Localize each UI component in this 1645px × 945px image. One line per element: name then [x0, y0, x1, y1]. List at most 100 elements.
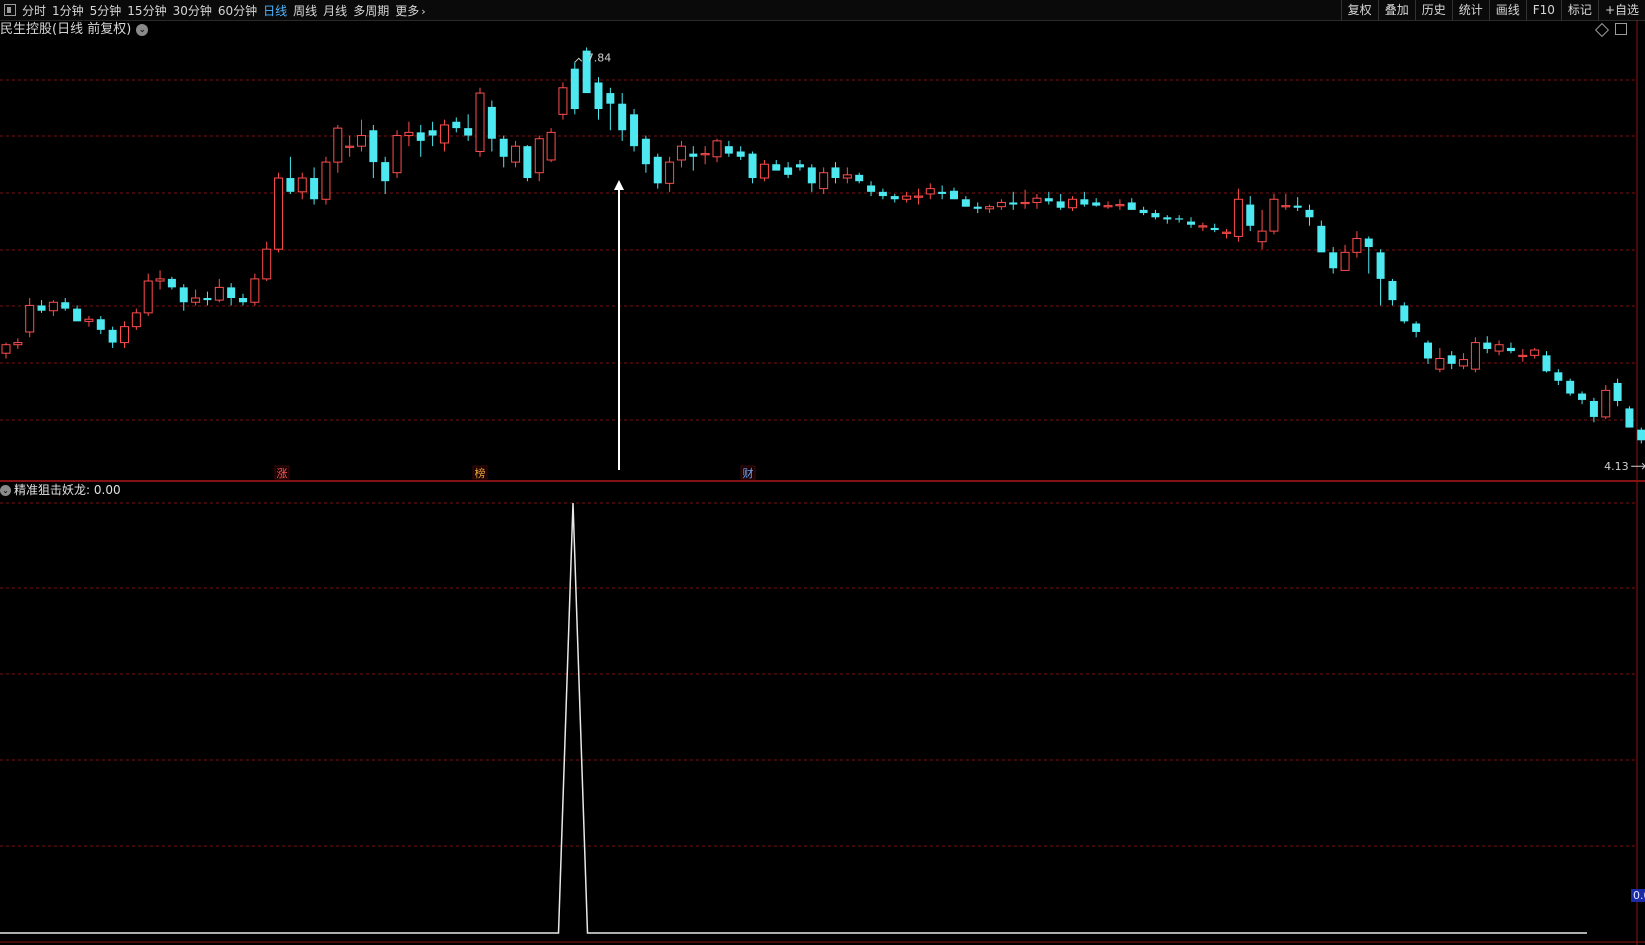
candle-body [1044, 198, 1053, 202]
candle-body [1151, 213, 1160, 218]
candle-body [807, 167, 816, 184]
indicator-title: 精准狙击妖龙 [14, 483, 87, 497]
candle-body [96, 319, 105, 330]
candle-body [297, 177, 307, 193]
candle-body [1233, 198, 1243, 237]
candle-body [439, 124, 449, 144]
indicator-axis-badge: 0.0 [1631, 889, 1645, 902]
candle-body [357, 135, 366, 147]
candle-body [1187, 221, 1195, 225]
candle-body [1020, 201, 1030, 205]
candle-body [1139, 209, 1148, 214]
candle-body [1400, 305, 1409, 322]
candle-body [143, 280, 153, 314]
candle-body [108, 329, 117, 343]
candle-body [1494, 344, 1504, 352]
candle-body [1459, 359, 1469, 367]
candle-body [676, 145, 686, 161]
candle-body [653, 156, 662, 184]
candle-body [1412, 323, 1421, 332]
candle-body [831, 167, 840, 179]
candle-body [262, 248, 272, 280]
candle-body [191, 297, 201, 303]
high-price-label: 7.84 [587, 51, 612, 64]
candle-body [1613, 382, 1622, 401]
candle-body [641, 138, 650, 165]
candle-body [1175, 218, 1184, 220]
candle-body [925, 188, 935, 195]
candle-body [546, 131, 556, 161]
indicator-dropdown-icon[interactable]: ⌄ [0, 484, 11, 496]
candle-body [1447, 355, 1456, 364]
candle-body [25, 304, 35, 333]
candle-body [630, 114, 639, 147]
candle-body [1625, 408, 1634, 428]
candle-body [1115, 204, 1125, 207]
candle-body [534, 138, 544, 174]
candle-body [594, 82, 603, 110]
candle-body [1542, 355, 1551, 372]
candle-body [985, 206, 995, 210]
candle-body [487, 106, 496, 139]
candle-body [1056, 201, 1065, 208]
candle-body [1103, 205, 1113, 208]
candle-body [1269, 198, 1279, 232]
candle-body [1080, 199, 1089, 205]
candle-body [1530, 349, 1540, 356]
candle-body [618, 103, 627, 131]
candle-body [37, 305, 46, 311]
candle-body [1554, 372, 1563, 381]
candle-body [784, 167, 793, 175]
candle-body [369, 130, 378, 163]
candle-body [913, 195, 923, 198]
candle-body [214, 286, 224, 301]
candle-body [1092, 202, 1101, 206]
candle-body [736, 151, 745, 157]
candle-body [310, 178, 319, 200]
candle-body [1483, 342, 1492, 349]
candle-body [274, 177, 284, 250]
candle-body [452, 121, 461, 129]
candle-body [1424, 342, 1432, 359]
candle-body [286, 178, 295, 192]
event-marker-0: 涨 [277, 467, 288, 480]
candle-body [689, 153, 698, 157]
candle-body [1566, 380, 1575, 394]
candle-body [381, 162, 390, 182]
candle-body [511, 145, 521, 163]
indicator-line [0, 502, 1587, 934]
candle-body [1637, 429, 1645, 441]
candle-body [1032, 197, 1042, 203]
high-pointer [574, 57, 583, 63]
candle-body [1329, 252, 1338, 269]
candle-body [1578, 393, 1587, 400]
candle-body [938, 191, 947, 194]
candle-body [748, 153, 757, 179]
signal-arrow-head [614, 180, 624, 190]
candle-body [890, 196, 899, 200]
candle-body [416, 132, 425, 141]
candle-body [1293, 205, 1302, 208]
candle-body [227, 287, 236, 298]
candle-body [48, 301, 58, 312]
candle-body [1127, 202, 1136, 210]
candle-body [772, 164, 781, 171]
candle-body [73, 308, 82, 322]
candle-body [961, 199, 970, 207]
candle-body [855, 174, 864, 182]
candle-body [1, 344, 11, 354]
event-marker-1: 榜 [475, 466, 486, 480]
low-price-label: 4.13 [1604, 460, 1629, 473]
candle-body [558, 87, 568, 115]
candle-body [1364, 238, 1373, 248]
candle-body [179, 287, 188, 303]
kline-chart[interactable]: 7.84 4.13 涨 榜 财 [0, 0, 1645, 945]
candle-body [1068, 198, 1077, 209]
candle-body [570, 68, 579, 110]
candle-body [250, 278, 260, 303]
candle-body [404, 131, 414, 137]
candle-body [1435, 358, 1445, 370]
candle-body [155, 278, 165, 282]
candle-body [392, 135, 402, 174]
candle-body [84, 318, 94, 322]
